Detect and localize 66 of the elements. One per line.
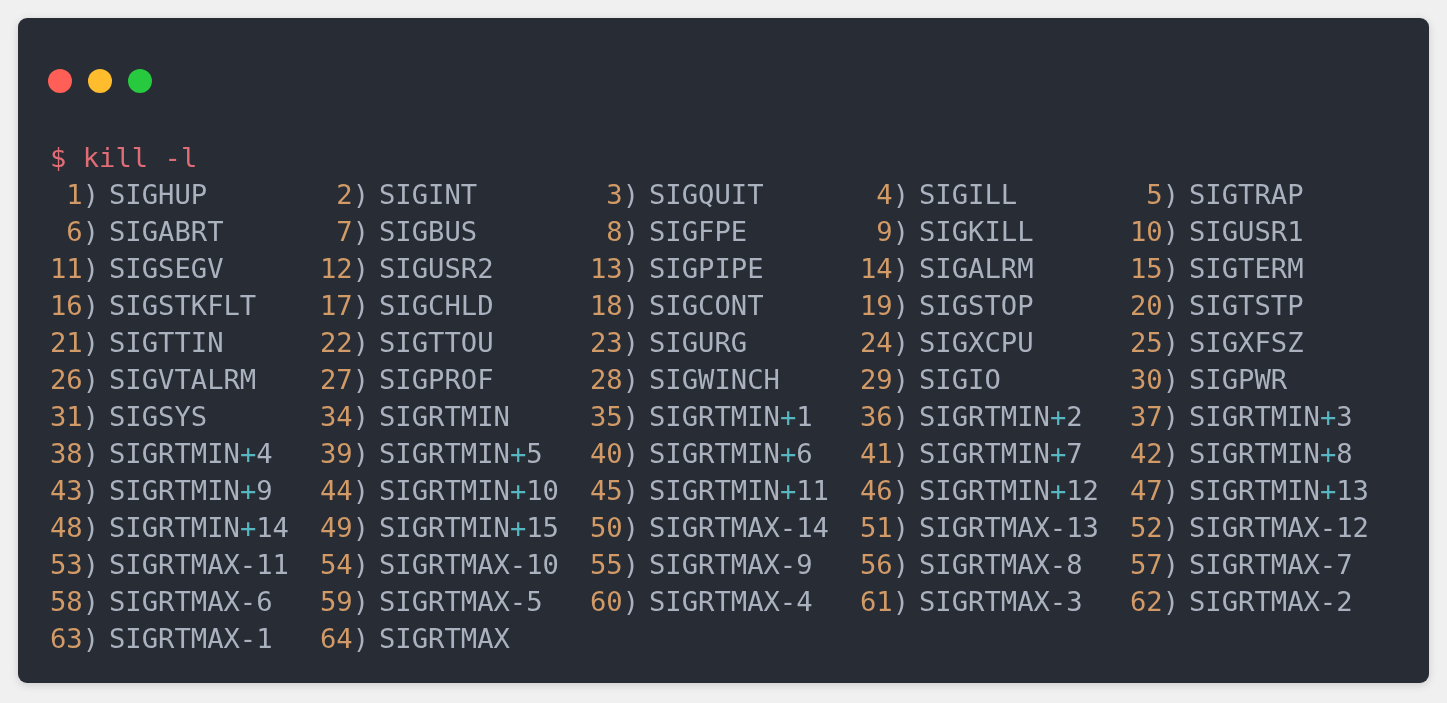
signal-entry: 61) SIGRTMAX-3 bbox=[860, 585, 1083, 619]
signal-entry: 1) SIGHUP bbox=[65, 178, 208, 212]
signal-entry: 23) SIGURG bbox=[590, 326, 748, 360]
signal-entry: 48) SIGRTMIN+14 bbox=[50, 511, 289, 545]
command-line: $ kill -l bbox=[50, 141, 198, 175]
signal-entry: 50) SIGRTMAX-14 bbox=[590, 511, 829, 545]
signal-entry: 11) SIGSEGV bbox=[50, 252, 224, 286]
signal-entry: 28) SIGWINCH bbox=[590, 363, 780, 397]
signal-entry: 20) SIGTSTP bbox=[1130, 289, 1304, 323]
signal-entry: 22) SIGTTOU bbox=[320, 326, 494, 360]
signal-entry: 30) SIGPWR bbox=[1130, 363, 1288, 397]
signal-entry: 49) SIGRTMIN+15 bbox=[320, 511, 559, 545]
signal-entry: 29) SIGIO bbox=[860, 363, 1001, 397]
signal-entry: 40) SIGRTMIN+6 bbox=[590, 437, 813, 471]
signal-entry: 18) SIGCONT bbox=[590, 289, 764, 323]
signal-entry: 53) SIGRTMAX-11 bbox=[50, 548, 289, 582]
signal-entry: 45) SIGRTMIN+11 bbox=[590, 474, 829, 508]
signal-entry: 8) SIGFPE bbox=[605, 215, 748, 249]
signal-entry: 31) SIGSYS bbox=[50, 400, 208, 434]
signal-entry: 10) SIGUSR1 bbox=[1130, 215, 1304, 249]
signal-entry: 54) SIGRTMAX-10 bbox=[320, 548, 559, 582]
signal-entry: 9) SIGKILL bbox=[875, 215, 1034, 249]
signal-entry: 60) SIGRTMAX-4 bbox=[590, 585, 813, 619]
signal-entry: 64) SIGRTMAX bbox=[320, 622, 510, 656]
signal-entry: 12) SIGUSR2 bbox=[320, 252, 494, 286]
signal-entry: 41) SIGRTMIN+7 bbox=[860, 437, 1083, 471]
signal-entry: 39) SIGRTMIN+5 bbox=[320, 437, 543, 471]
signal-entry: 25) SIGXFSZ bbox=[1130, 326, 1304, 360]
zoom-button[interactable] bbox=[128, 69, 152, 93]
signal-entry: 34) SIGRTMIN bbox=[320, 400, 510, 434]
signal-entry: 13) SIGPIPE bbox=[590, 252, 764, 286]
signal-entry: 2) SIGINT bbox=[335, 178, 478, 212]
signal-entry: 15) SIGTERM bbox=[1130, 252, 1304, 286]
signal-entry: 38) SIGRTMIN+4 bbox=[50, 437, 273, 471]
signal-entry: 36) SIGRTMIN+2 bbox=[860, 400, 1083, 434]
signal-entry: 7) SIGBUS bbox=[335, 215, 478, 249]
signal-entry: 62) SIGRTMAX-2 bbox=[1130, 585, 1353, 619]
signal-entry: 24) SIGXCPU bbox=[860, 326, 1034, 360]
signal-entry: 5) SIGTRAP bbox=[1145, 178, 1304, 212]
signal-entry: 4) SIGILL bbox=[875, 178, 1018, 212]
close-button[interactable] bbox=[48, 69, 72, 93]
signal-entry: 19) SIGSTOP bbox=[860, 289, 1034, 323]
signal-entry: 46) SIGRTMIN+12 bbox=[860, 474, 1099, 508]
signal-entry: 57) SIGRTMAX-7 bbox=[1130, 548, 1353, 582]
signal-entry: 58) SIGRTMAX-6 bbox=[50, 585, 273, 619]
signal-entry: 55) SIGRTMAX-9 bbox=[590, 548, 813, 582]
signal-entry: 14) SIGALRM bbox=[860, 252, 1034, 286]
signal-entry: 44) SIGRTMIN+10 bbox=[320, 474, 559, 508]
signal-entry: 43) SIGRTMIN+9 bbox=[50, 474, 273, 508]
signal-entry: 6) SIGABRT bbox=[65, 215, 224, 249]
minimize-button[interactable] bbox=[88, 69, 112, 93]
signal-entry: 59) SIGRTMAX-5 bbox=[320, 585, 543, 619]
signal-entry: 42) SIGRTMIN+8 bbox=[1130, 437, 1353, 471]
signal-entry: 3) SIGQUIT bbox=[605, 178, 764, 212]
signal-entry: 52) SIGRTMAX-12 bbox=[1130, 511, 1369, 545]
signal-entry: 47) SIGRTMIN+13 bbox=[1130, 474, 1369, 508]
signal-entry: 51) SIGRTMAX-13 bbox=[860, 511, 1099, 545]
signal-entry: 56) SIGRTMAX-8 bbox=[860, 548, 1083, 582]
signal-entry: 26) SIGVTALRM bbox=[50, 363, 257, 397]
signal-entry: 27) SIGPROF bbox=[320, 363, 494, 397]
signal-entry: 37) SIGRTMIN+3 bbox=[1130, 400, 1353, 434]
signal-entry: 63) SIGRTMAX-1 bbox=[50, 622, 273, 656]
signal-entry: 17) SIGCHLD bbox=[320, 289, 494, 323]
signal-entry: 35) SIGRTMIN+1 bbox=[590, 400, 813, 434]
signal-entry: 16) SIGSTKFLT bbox=[50, 289, 257, 323]
signal-entry: 21) SIGTTIN bbox=[50, 326, 224, 360]
